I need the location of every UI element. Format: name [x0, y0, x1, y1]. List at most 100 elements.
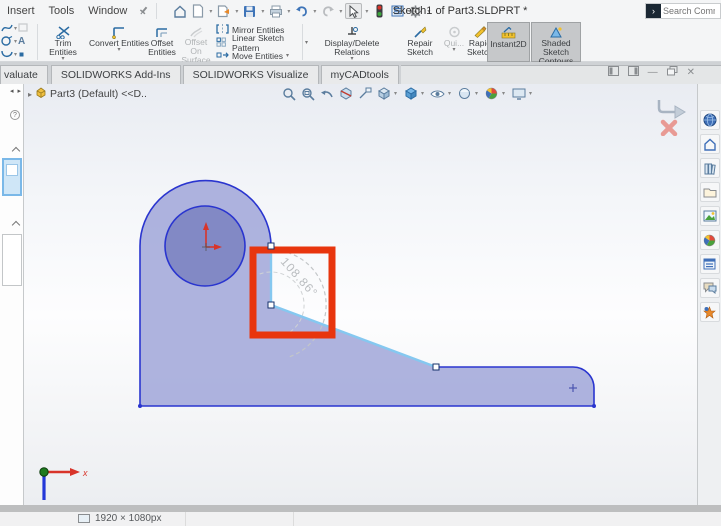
section-collapse-icon[interactable] — [11, 146, 21, 156]
print-dropdown-icon[interactable]: ▾ — [285, 8, 292, 15]
monitor-icon — [78, 514, 90, 523]
search-box[interactable]: › — [645, 3, 721, 19]
spline-tool-icon[interactable] — [1, 23, 13, 35]
axis-x-label: x — [82, 468, 88, 478]
trim-entities-icon — [55, 25, 71, 39]
offset-on-surface-button: Offset On Surface — [178, 22, 214, 65]
window-title: Sketch1 of Part3.SLDPRT * — [392, 5, 528, 17]
convert-entities-button[interactable]: Convert Entities ▾ — [88, 22, 150, 62]
tab-evaluate[interactable]: valuate — [0, 65, 48, 84]
sketch-circle[interactable] — [164, 205, 246, 287]
design-library-home-icon[interactable] — [699, 134, 720, 154]
open-dropdown-icon[interactable]: ▾ — [233, 8, 240, 15]
ellipse-tool-icon[interactable] — [1, 35, 13, 48]
pin-menu-icon[interactable] — [135, 3, 151, 19]
repair-sketch-button[interactable]: Repair Sketch — [400, 22, 440, 62]
sketch-endpoint[interactable] — [138, 404, 142, 408]
home-icon[interactable] — [171, 3, 188, 19]
angle-dimension-text[interactable]: 108.86° — [278, 255, 321, 300]
linear-sketch-pattern-button[interactable]: Linear Sketch Pattern ▾ — [216, 33, 308, 53]
pattern-tools-stack: Mirror Entities Linear Sketch Pattern ▾ … — [216, 23, 308, 62]
value-box[interactable] — [2, 234, 22, 286]
quick-snaps-dropdown-icon: ▾ — [452, 47, 456, 53]
xpress-products-icon[interactable] — [699, 302, 720, 322]
new-document-dropdown-icon[interactable]: ▾ — [207, 8, 214, 15]
mirror-entities-icon — [216, 23, 229, 36]
status-separator — [293, 512, 294, 526]
origin-triad-icon: x — [39, 467, 88, 500]
preview-thumbnail[interactable] — [2, 158, 22, 196]
forum-icon[interactable] — [699, 278, 720, 298]
shaded-sketch-contours-button[interactable]: Shaded Sketch Contours — [531, 22, 581, 66]
graphics-area[interactable]: ▸ Part3 (Default) <<D.. ▾ ▾ ▾ ▾ ▾ ▾ 108.… — [24, 84, 697, 505]
convert-entities-dropdown-icon[interactable]: ▾ — [117, 47, 120, 53]
tab-mycadtools[interactable]: myCADtools — [320, 65, 399, 84]
repair-sketch-label: Repair Sketch — [407, 38, 433, 57]
section-collapse-icon[interactable] — [11, 220, 21, 230]
undo-icon[interactable] — [293, 3, 310, 19]
ellipse-dropdown-icon[interactable]: ▾ — [14, 38, 17, 45]
move-entities-icon — [216, 50, 229, 62]
tab-solidworks-add-ins[interactable]: SOLIDWORKS Add-Ins — [50, 65, 181, 84]
arc-dropdown-icon[interactable]: ▾ — [14, 51, 17, 58]
panel-nav-arrows[interactable]: ◂ ▸ — [10, 87, 22, 95]
arc-tool-icon[interactable] — [1, 49, 13, 61]
toolbar-separator — [302, 24, 303, 60]
resolution-text: 1920 × 1080px — [95, 513, 162, 524]
undo-dropdown-icon[interactable]: ▾ — [311, 8, 318, 15]
move-entities-dropdown-icon[interactable]: ▾ — [286, 52, 289, 59]
status-bar: 1920 × 1080px — [0, 512, 721, 526]
restore-icon[interactable] — [666, 66, 678, 79]
print-icon[interactable] — [267, 3, 284, 19]
sketch-entity-minicolumn: ▾ ▾ A ▾ — [0, 22, 36, 62]
spline-dropdown-icon[interactable]: ▾ — [14, 25, 17, 32]
library-icon[interactable] — [699, 158, 720, 178]
open-icon[interactable] — [215, 3, 232, 19]
display-delete-relations-button[interactable]: Display/Delete Relations ▾ — [306, 22, 398, 62]
search-logo-icon[interactable]: › — [646, 4, 661, 18]
save-dropdown-icon[interactable]: ▾ — [259, 8, 266, 15]
redo-icon[interactable] — [319, 3, 336, 19]
tab-add-ins-label: SOLIDWORKS Add-Ins — [60, 69, 171, 81]
pane-left-icon[interactable] — [607, 66, 619, 79]
search-input[interactable] — [661, 5, 717, 17]
trim-entities-label: Trim Entities — [49, 38, 77, 57]
tab-solidworks-visualize[interactable]: SOLIDWORKS Visualize — [182, 65, 319, 84]
offset-entities-button[interactable]: Offset Entities — [146, 22, 178, 62]
minimize-icon[interactable]: — — [648, 67, 658, 78]
menu-tools[interactable]: Tools — [42, 5, 82, 17]
resolution-indicator: 1920 × 1080px — [78, 513, 161, 524]
sketch-endpoint[interactable] — [592, 404, 596, 408]
repair-sketch-icon — [413, 25, 427, 39]
pane-right-icon[interactable] — [627, 66, 639, 79]
document-window-controls: — ✕ — [607, 66, 695, 79]
appearances-ball-icon[interactable] — [699, 230, 720, 250]
instant2d-button[interactable]: Instant2D — [487, 22, 530, 62]
status-divider-strip — [0, 505, 721, 512]
trim-entities-button[interactable]: Trim Entities ▾ — [40, 22, 86, 62]
title-bar: Insert Tools Window ▾ ▾ ▾ ▾ ▾ ▾ ▾ ▾ Sket… — [0, 0, 721, 22]
text-tool-icon[interactable]: A — [18, 36, 25, 47]
main-area: ◂ ▸ ? ▸ Part3 (Default) <<D.. ▾ ▾ ▾ ▾ ▾ … — [0, 84, 721, 505]
rectangle-tool-icon — [18, 23, 28, 34]
resources-globe-icon[interactable] — [699, 110, 720, 130]
tab-evaluate-label: valuate — [4, 69, 38, 81]
display-delete-relations-icon — [345, 25, 359, 39]
move-entities-button[interactable]: Move Entities ▾ — [216, 49, 308, 62]
rapid-sketch-icon — [473, 25, 487, 39]
save-icon[interactable] — [241, 3, 258, 19]
move-entities-label: Move Entities — [232, 50, 284, 61]
new-document-icon[interactable] — [189, 3, 206, 19]
command-manager-toolbar: ▾ ▾ A ▾ Trim Entities ▾ Convert Entities — [0, 22, 721, 66]
command-manager-tabs: valuate SOLIDWORKS Add-Ins SOLIDWORKS Vi… — [0, 62, 721, 84]
custom-properties-icon[interactable] — [699, 254, 720, 274]
point-tool-icon[interactable] — [18, 50, 25, 60]
instant2d-icon — [501, 26, 516, 40]
close-icon[interactable]: ✕ — [687, 67, 695, 78]
file-explorer-folder-icon[interactable] — [699, 182, 720, 202]
menu-insert[interactable]: Insert — [0, 5, 42, 17]
task-pane — [697, 84, 721, 505]
view-palette-icon[interactable] — [699, 206, 720, 226]
menu-window[interactable]: Window — [81, 5, 134, 17]
help-icon[interactable]: ? — [10, 110, 20, 120]
